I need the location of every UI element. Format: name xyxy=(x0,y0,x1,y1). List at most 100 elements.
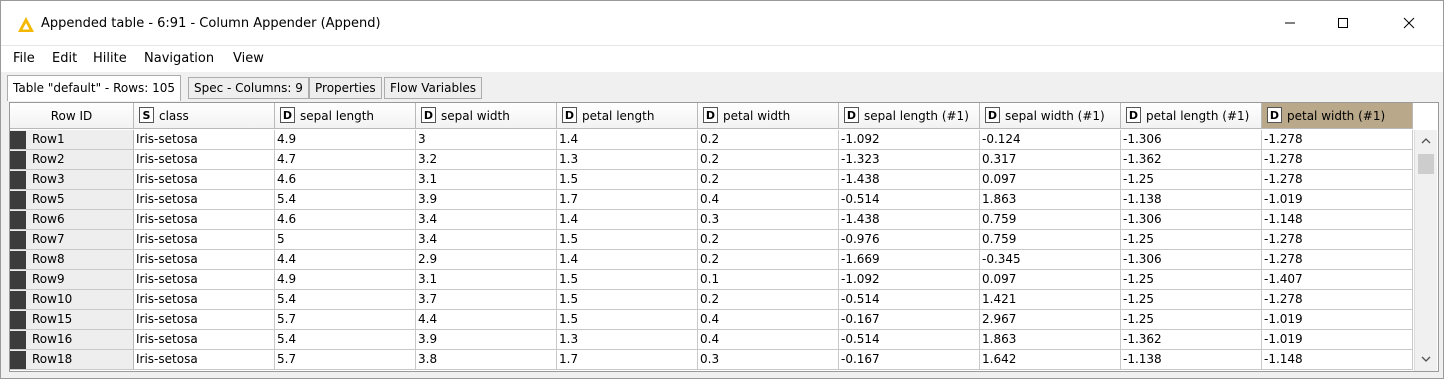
table-cell[interactable]: -1.669 xyxy=(839,250,980,270)
table-cell[interactable]: 4.6 xyxy=(275,170,416,190)
scroll-down-icon[interactable] xyxy=(1420,354,1432,364)
table-cell[interactable]: -0.514 xyxy=(839,290,980,310)
maximize-button[interactable] xyxy=(1320,1,1366,45)
table-cell[interactable]: 3.1 xyxy=(416,270,557,290)
row-id-cell[interactable]: Row6 xyxy=(10,210,134,230)
table-cell[interactable]: 0.1 xyxy=(698,270,839,290)
table-cell[interactable]: 3.8 xyxy=(416,350,557,370)
table-cell[interactable]: -0.167 xyxy=(839,310,980,330)
table-cell[interactable]: -0.976 xyxy=(839,230,980,250)
table-cell[interactable]: -0.514 xyxy=(839,330,980,350)
table-cell[interactable]: 1.4 xyxy=(557,210,698,230)
table-cell[interactable]: 4.7 xyxy=(275,150,416,170)
table-cell[interactable]: 3.2 xyxy=(416,150,557,170)
table-cell[interactable]: Iris-setosa xyxy=(134,170,275,190)
table-cell[interactable]: 1.7 xyxy=(557,350,698,370)
tab-table[interactable]: Table "default" - Rows: 105 xyxy=(7,75,182,101)
minimize-button[interactable] xyxy=(1267,1,1313,45)
table-cell[interactable]: -0.167 xyxy=(839,350,980,370)
table-cell[interactable]: Iris-setosa xyxy=(134,310,275,330)
table-cell[interactable]: 1.863 xyxy=(980,330,1121,350)
table-cell[interactable]: Iris-setosa xyxy=(134,210,275,230)
table-cell[interactable]: 0.759 xyxy=(980,230,1121,250)
table-cell[interactable]: 5.7 xyxy=(275,310,416,330)
table-cell[interactable]: -1.278 xyxy=(1262,170,1413,190)
table-cell[interactable]: 5 xyxy=(275,230,416,250)
table-cell[interactable]: 5.4 xyxy=(275,290,416,310)
table-cell[interactable]: -1.138 xyxy=(1121,350,1262,370)
table-cell[interactable]: 4.9 xyxy=(275,130,416,150)
table-cell[interactable]: 5.7 xyxy=(275,350,416,370)
table-cell[interactable]: 1.4 xyxy=(557,250,698,270)
table-cell[interactable]: 3.4 xyxy=(416,230,557,250)
table-cell[interactable]: 0.4 xyxy=(698,310,839,330)
table-cell[interactable]: 1.3 xyxy=(557,150,698,170)
table-cell[interactable]: -1.278 xyxy=(1262,150,1413,170)
table-cell[interactable]: -1.092 xyxy=(839,270,980,290)
column-header-rowid[interactable]: Row ID xyxy=(10,103,134,129)
table-cell[interactable]: 2.967 xyxy=(980,310,1121,330)
table-cell[interactable]: Iris-setosa xyxy=(134,330,275,350)
table-cell[interactable]: Iris-setosa xyxy=(134,350,275,370)
table-cell[interactable]: 0.3 xyxy=(698,210,839,230)
column-header[interactable]: Dsepal length (#1) xyxy=(839,103,980,129)
scrollbar-thumb[interactable] xyxy=(1418,154,1434,174)
row-id-cell[interactable]: Row9 xyxy=(10,270,134,290)
table-cell[interactable]: -1.019 xyxy=(1262,310,1413,330)
column-header[interactable]: Dpetal length (#1) xyxy=(1121,103,1262,129)
table-cell[interactable]: -1.362 xyxy=(1121,330,1262,350)
table-cell[interactable]: 3.1 xyxy=(416,170,557,190)
table-cell[interactable]: -0.514 xyxy=(839,190,980,210)
table-cell[interactable]: 3.4 xyxy=(416,210,557,230)
table-cell[interactable]: Iris-setosa xyxy=(134,190,275,210)
table-cell[interactable]: 4.4 xyxy=(416,310,557,330)
table-cell[interactable]: 4.4 xyxy=(275,250,416,270)
table-cell[interactable]: 1.7 xyxy=(557,190,698,210)
table-cell[interactable]: -1.362 xyxy=(1121,150,1262,170)
table-cell[interactable]: 1.5 xyxy=(557,290,698,310)
row-id-cell[interactable]: Row16 xyxy=(10,330,134,350)
table-cell[interactable]: -1.278 xyxy=(1262,290,1413,310)
table-cell[interactable]: -1.148 xyxy=(1262,350,1413,370)
table-cell[interactable]: 1.4 xyxy=(557,130,698,150)
row-id-cell[interactable]: Row5 xyxy=(10,190,134,210)
vertical-scrollbar[interactable] xyxy=(1414,130,1437,371)
table-cell[interactable]: -1.148 xyxy=(1262,210,1413,230)
column-header[interactable]: Dsepal width (#1) xyxy=(980,103,1121,129)
column-header[interactable]: Sclass xyxy=(134,103,275,129)
table-cell[interactable]: 3 xyxy=(416,130,557,150)
table-cell[interactable]: 0.2 xyxy=(698,170,839,190)
table-cell[interactable]: 1.863 xyxy=(980,190,1121,210)
table-cell[interactable]: 1.5 xyxy=(557,170,698,190)
menu-view[interactable]: View xyxy=(233,51,264,66)
table-cell[interactable]: 1.3 xyxy=(557,330,698,350)
table-cell[interactable]: 0.097 xyxy=(980,270,1121,290)
row-id-cell[interactable]: Row8 xyxy=(10,250,134,270)
table-cell[interactable]: Iris-setosa xyxy=(134,130,275,150)
table-cell[interactable]: 4.9 xyxy=(275,270,416,290)
row-id-cell[interactable]: Row7 xyxy=(10,230,134,250)
table-cell[interactable]: 3.9 xyxy=(416,190,557,210)
table-cell[interactable]: -1.25 xyxy=(1121,270,1262,290)
table-cell[interactable]: 0.097 xyxy=(980,170,1121,190)
table-cell[interactable]: 5.4 xyxy=(275,330,416,350)
row-id-cell[interactable]: Row10 xyxy=(10,290,134,310)
column-header[interactable]: Dpetal width xyxy=(698,103,839,129)
table-cell[interactable]: 0.2 xyxy=(698,230,839,250)
table-cell[interactable]: 0.3 xyxy=(698,350,839,370)
column-header[interactable]: Dsepal length xyxy=(275,103,416,129)
table-cell[interactable]: -1.25 xyxy=(1121,230,1262,250)
table-cell[interactable]: -0.345 xyxy=(980,250,1121,270)
table-cell[interactable]: Iris-setosa xyxy=(134,230,275,250)
table-cell[interactable]: -0.124 xyxy=(980,130,1121,150)
table-cell[interactable]: -1.138 xyxy=(1121,190,1262,210)
menu-navigation[interactable]: Navigation xyxy=(144,51,214,66)
table-cell[interactable]: 3.7 xyxy=(416,290,557,310)
table-cell[interactable]: 1.5 xyxy=(557,230,698,250)
table-cell[interactable]: Iris-setosa xyxy=(134,250,275,270)
table-cell[interactable]: 3.9 xyxy=(416,330,557,350)
tab-properties[interactable]: Properties xyxy=(309,77,382,99)
table-cell[interactable]: 0.317 xyxy=(980,150,1121,170)
tab-spec[interactable]: Spec - Columns: 9 xyxy=(188,77,309,99)
column-header[interactable]: Dsepal width xyxy=(416,103,557,129)
